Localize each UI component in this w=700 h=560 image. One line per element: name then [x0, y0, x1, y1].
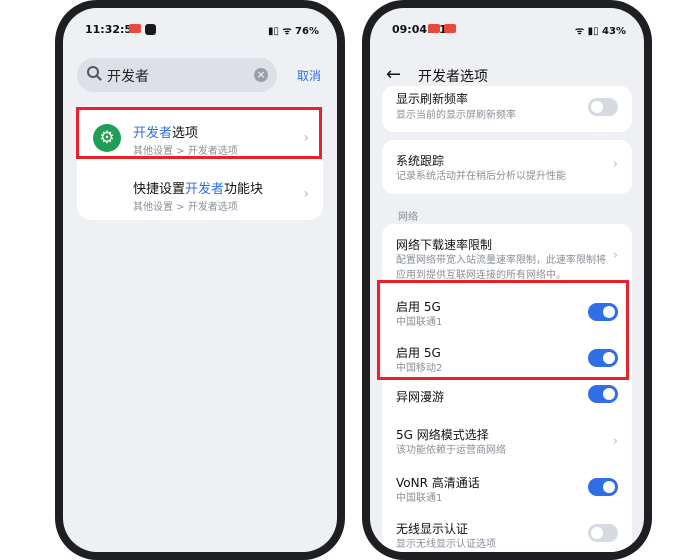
- search-input[interactable]: 开发者 ×: [77, 58, 277, 92]
- highlight-text: 开发者: [185, 182, 225, 197]
- cancel-button[interactable]: 取消: [297, 67, 321, 84]
- chevron-right-icon: ›: [612, 157, 618, 172]
- search-icon: [87, 66, 99, 78]
- page-title: 开发者选项: [418, 69, 488, 85]
- result-title: 快捷设置开发者功能块: [133, 178, 263, 197]
- result-subtitle: 其他设置 > 开发者选项: [133, 202, 238, 213]
- item-subtitle: 配置网络带宽入站流量速率限制，此速率限制将应用到提供互联网连接的所有网络中。: [396, 255, 606, 281]
- item-subtitle: 记录系统活动并在稍后分析以提升性能: [396, 171, 566, 182]
- item-download-rate-limit[interactable]: 网络下载速率限制 配置网络带宽入站流量速率限制，此速率限制将应用到提供互联网连接…: [382, 224, 632, 286]
- item-title: 无线显示认证: [396, 522, 469, 536]
- status-indicators: ᯤ ▮▯ 43%: [574, 26, 626, 37]
- item-subtitle: 中国联通1: [396, 493, 443, 504]
- left-phone-frame: 11:32:55 ▮▯ ᯤ 76% 开发者 × 取消 ⚙ 开发者选项 其他设置 …: [55, 0, 345, 560]
- item-title: 异网漫游: [396, 390, 445, 404]
- item-system-trace[interactable]: 系统跟踪 记录系统活动并在稍后分析以提升性能 ›: [382, 140, 632, 194]
- item-subtitle: 显示当前的显示屏刷新频率: [396, 110, 516, 121]
- item-title: 5G 网络模式选择: [396, 428, 489, 442]
- item-vonr[interactable]: VoNR 高清通话 中国联通1: [382, 468, 632, 512]
- card-trace: 系统跟踪 记录系统活动并在稍后分析以提升性能 ›: [382, 140, 632, 194]
- highlight-box: [76, 107, 322, 159]
- item-title: 显示刷新频率: [396, 92, 469, 106]
- notification-icon: [444, 24, 456, 33]
- notification-icon: [145, 24, 156, 35]
- title-rest: 功能块: [224, 182, 264, 197]
- item-title: VoNR 高清通话: [396, 476, 480, 490]
- left-phone-screen: 11:32:55 ▮▯ ᯤ 76% 开发者 × 取消 ⚙ 开发者选项 其他设置 …: [63, 8, 337, 552]
- item-wireless-display[interactable]: 无线显示认证 显示无线显示认证选项: [382, 514, 632, 552]
- chevron-right-icon: ›: [612, 434, 618, 449]
- item-subtitle: 该功能依赖于运营商网络: [396, 445, 506, 456]
- title-pre: 快捷设置: [133, 182, 186, 197]
- card-network: 网络下载速率限制 配置网络带宽入站流量速率限制，此速率限制将应用到提供互联网连接…: [382, 224, 632, 552]
- highlight-box: [377, 280, 629, 380]
- item-roaming[interactable]: 异网漫游: [382, 382, 632, 416]
- chevron-right-icon: ›: [303, 186, 309, 202]
- search-query: 开发者: [107, 69, 149, 85]
- back-arrow-icon[interactable]: ←: [386, 64, 401, 85]
- status-indicators: ▮▯ ᯤ 76%: [267, 26, 319, 37]
- status-bar: 09:04:01 ᯤ ▮▯ 43%: [370, 20, 644, 40]
- clear-icon[interactable]: ×: [254, 68, 268, 82]
- status-bar: 11:32:55 ▮▯ ᯤ 76%: [63, 20, 337, 40]
- item-show-refresh-rate[interactable]: 显示刷新频率 显示当前的显示屏刷新频率: [382, 86, 632, 132]
- item-title: 网络下载速率限制: [396, 238, 493, 252]
- toggle-switch[interactable]: [588, 98, 618, 116]
- toggle-switch[interactable]: [588, 524, 618, 542]
- section-label: 网络: [398, 212, 418, 223]
- item-5g-mode[interactable]: 5G 网络模式选择 该功能依赖于运营商网络 ›: [382, 420, 632, 464]
- toggle-switch[interactable]: [588, 478, 618, 496]
- card-refresh: 显示刷新频率 显示当前的显示屏刷新频率: [382, 86, 632, 132]
- result-quick-settings-tile[interactable]: 快捷设置开发者功能块 其他设置 > 开发者选项 ›: [77, 168, 323, 218]
- item-title: 系统跟踪: [396, 154, 445, 168]
- toggle-switch[interactable]: [588, 385, 618, 403]
- notification-icon: [428, 24, 440, 33]
- notification-icon: [129, 24, 141, 33]
- chevron-right-icon: ›: [612, 248, 618, 263]
- search-row: 开发者 × 取消: [77, 58, 323, 92]
